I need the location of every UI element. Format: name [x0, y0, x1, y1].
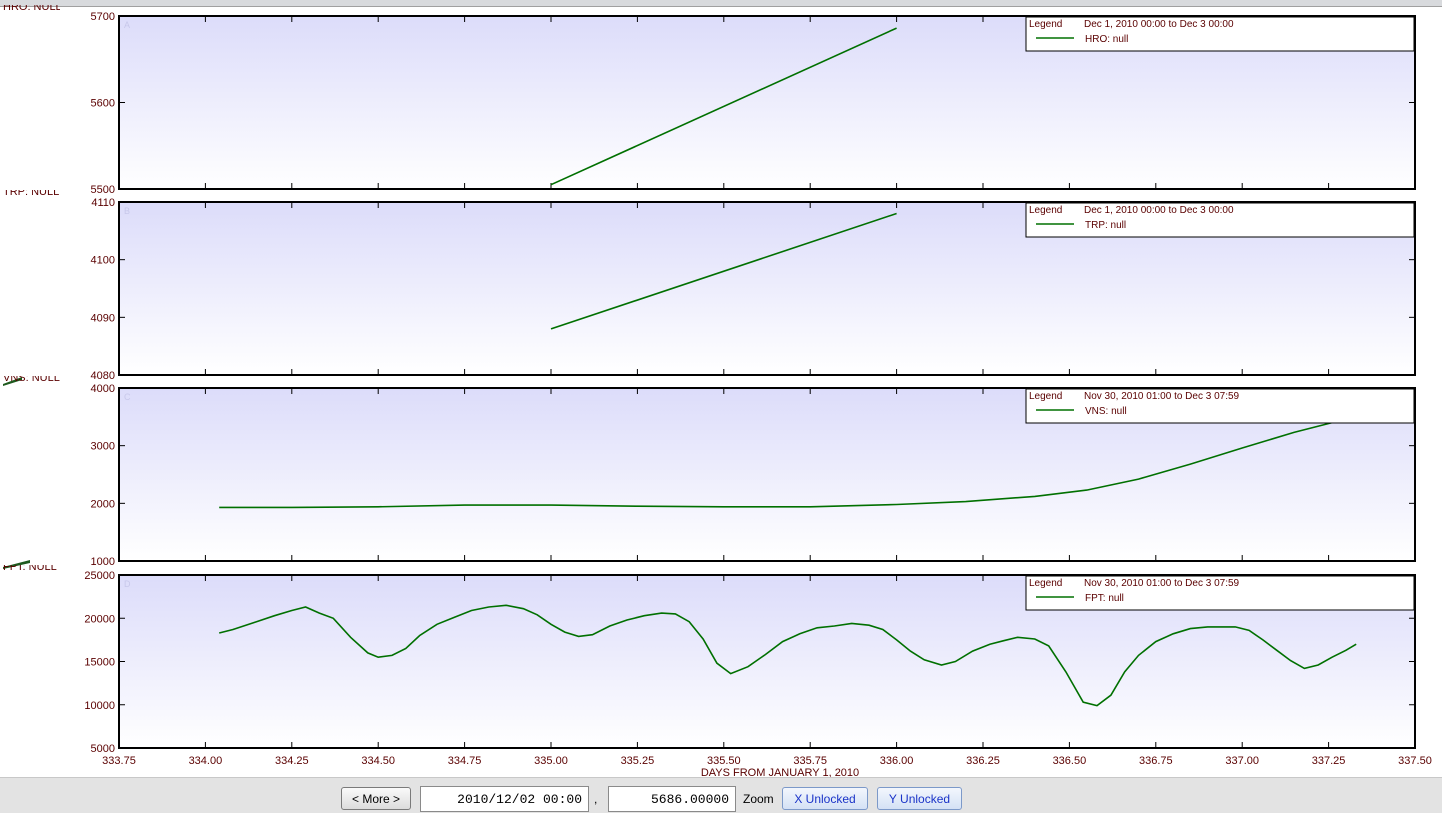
chart-stage: A 5500 5600 5700 Legend Dec 1, 2010 00:00 to …: [3, 11, 1432, 777]
x-tick-label: 336.25: [966, 755, 1000, 767]
y-tick-label: 15000: [84, 657, 115, 669]
y-tick-label: 20000: [84, 613, 115, 625]
date-field[interactable]: 2010/12/02 00:00: [420, 786, 589, 812]
legend[interactable]: Legend Dec 1, 2010 00:00 to Dec 3 00:00 HR…: [1025, 16, 1415, 52]
legend-range: Dec 1, 2010 00:00 to Dec 3 00:00: [1084, 205, 1234, 216]
x-tick-label: 334.75: [448, 755, 482, 767]
legend-title: Legend: [1029, 19, 1062, 30]
y-tick-label: 25000: [84, 570, 115, 582]
y-tick-label: 10000: [84, 700, 115, 712]
y-tick-label: 4110: [91, 197, 115, 209]
legend-range: Nov 30, 2010 01:00 to Dec 3 07:59: [1084, 391, 1240, 402]
x-tick-label: 336.50: [1053, 755, 1087, 767]
y-tick-label: 3000: [91, 441, 115, 453]
y-tick-label: 5500: [91, 184, 115, 196]
x-tick-label: 334.25: [275, 755, 309, 767]
x-tick-label: 335.25: [621, 755, 655, 767]
x-axis-title: DAYS FROM JANUARY 1, 2010: [701, 767, 859, 777]
legend[interactable]: Legend Nov 30, 2010 01:00 to Dec 3 07:59 V…: [1025, 388, 1415, 424]
x-tick-label: 335.50: [707, 755, 741, 767]
x-tick-label: 337.25: [1312, 755, 1346, 767]
y-tick-label: 5000: [91, 743, 115, 755]
legend-title: Legend: [1029, 391, 1062, 402]
y-tick-label: 4090: [91, 312, 115, 324]
x-unlocked-button[interactable]: X Unlocked: [782, 787, 868, 810]
panel-letter: D: [124, 579, 131, 589]
legend[interactable]: Legend Dec 1, 2010 00:00 to Dec 3 00:00 TR…: [1025, 202, 1415, 238]
y-value-field[interactable]: 5686.00000: [608, 786, 736, 812]
panel-side-label-wrap: TRP: NULL: [0, 190, 60, 200]
legend-title: Legend: [1029, 578, 1062, 589]
y-tick-label: 5600: [91, 98, 115, 110]
x-tick-label: 334.00: [189, 755, 223, 767]
y-tick-label: 2000: [91, 498, 115, 510]
y-tick-label: 4080: [91, 370, 115, 382]
x-tick-label: 336.00: [880, 755, 914, 767]
chart-panel-d[interactable]: D 5000 10000 15000 20000 25000 Legend Nov 30, 2…: [84, 570, 1416, 755]
more-button[interactable]: < More >: [341, 787, 411, 810]
panel-side-label: VNS: NULL: [3, 376, 60, 384]
x-tick-label: 337.50: [1398, 755, 1432, 767]
legend-series-name: FPT: null: [1085, 593, 1124, 604]
panel-side-label: FPT: NULL: [3, 565, 57, 573]
panel-side-label-wrap: VNS: NULL: [0, 376, 60, 386]
x-tick-label: 334.50: [361, 755, 395, 767]
panel-side-label-wrap: FPT: NULL: [0, 565, 60, 575]
legend-range: Dec 1, 2010 00:00 to Dec 3 00:00: [1084, 19, 1234, 30]
panel-side-label: HRO: NULL: [3, 5, 60, 13]
x-tick-label: 333.75: [102, 755, 136, 767]
panel-side-label-wrap: HRO: NULL: [0, 5, 60, 15]
bottom-toolbar: < More > 2010/12/02 00:00 , 5686.00000 Z…: [0, 777, 1442, 813]
legend[interactable]: Legend Nov 30, 2010 01:00 to Dec 3 07:59 F…: [1025, 575, 1415, 611]
panel-letter: B: [124, 206, 130, 216]
y-unlocked-button[interactable]: Y Unlocked: [877, 787, 962, 810]
panel-letter: C: [124, 392, 131, 402]
panel-side-label: TRP: NULL: [3, 190, 60, 198]
legend-series-name: VNS: null: [1085, 406, 1127, 417]
x-axis: 333.75 334.00 334.25 334.50 334.75 335.00 335.…: [102, 755, 1432, 777]
x-tick-label: 337.00: [1225, 755, 1259, 767]
x-tick-label: 335.00: [534, 755, 568, 767]
y-tick-label: 4000: [91, 383, 115, 395]
legend-title: Legend: [1029, 205, 1062, 216]
legend-range: Nov 30, 2010 01:00 to Dec 3 07:59: [1084, 578, 1240, 589]
chart-panel-a[interactable]: A 5500 5600 5700 Legend Dec 1, 2010 00:00 to …: [91, 11, 1416, 196]
y-tick-label: 1000: [91, 556, 115, 568]
legend-series-name: HRO: null: [1085, 34, 1128, 45]
panel-letter: A: [124, 20, 130, 30]
y-tick-label: 5700: [91, 11, 115, 23]
chart-panel-c[interactable]: C 1000 2000 3000 4000 Legend Nov 30, 2010 01:0…: [91, 383, 1416, 568]
chart-panel-b[interactable]: B 4080 4090 4100 4110 Legend Dec 1, 2010 00:00…: [91, 197, 1416, 382]
x-tick-label: 335.75: [793, 755, 827, 767]
zoom-label: Zoom: [743, 792, 774, 806]
legend-series-name: TRP: null: [1085, 220, 1126, 231]
y-tick-label: 4100: [91, 255, 115, 267]
field-separator: ,: [594, 792, 598, 806]
x-tick-label: 336.75: [1139, 755, 1173, 767]
